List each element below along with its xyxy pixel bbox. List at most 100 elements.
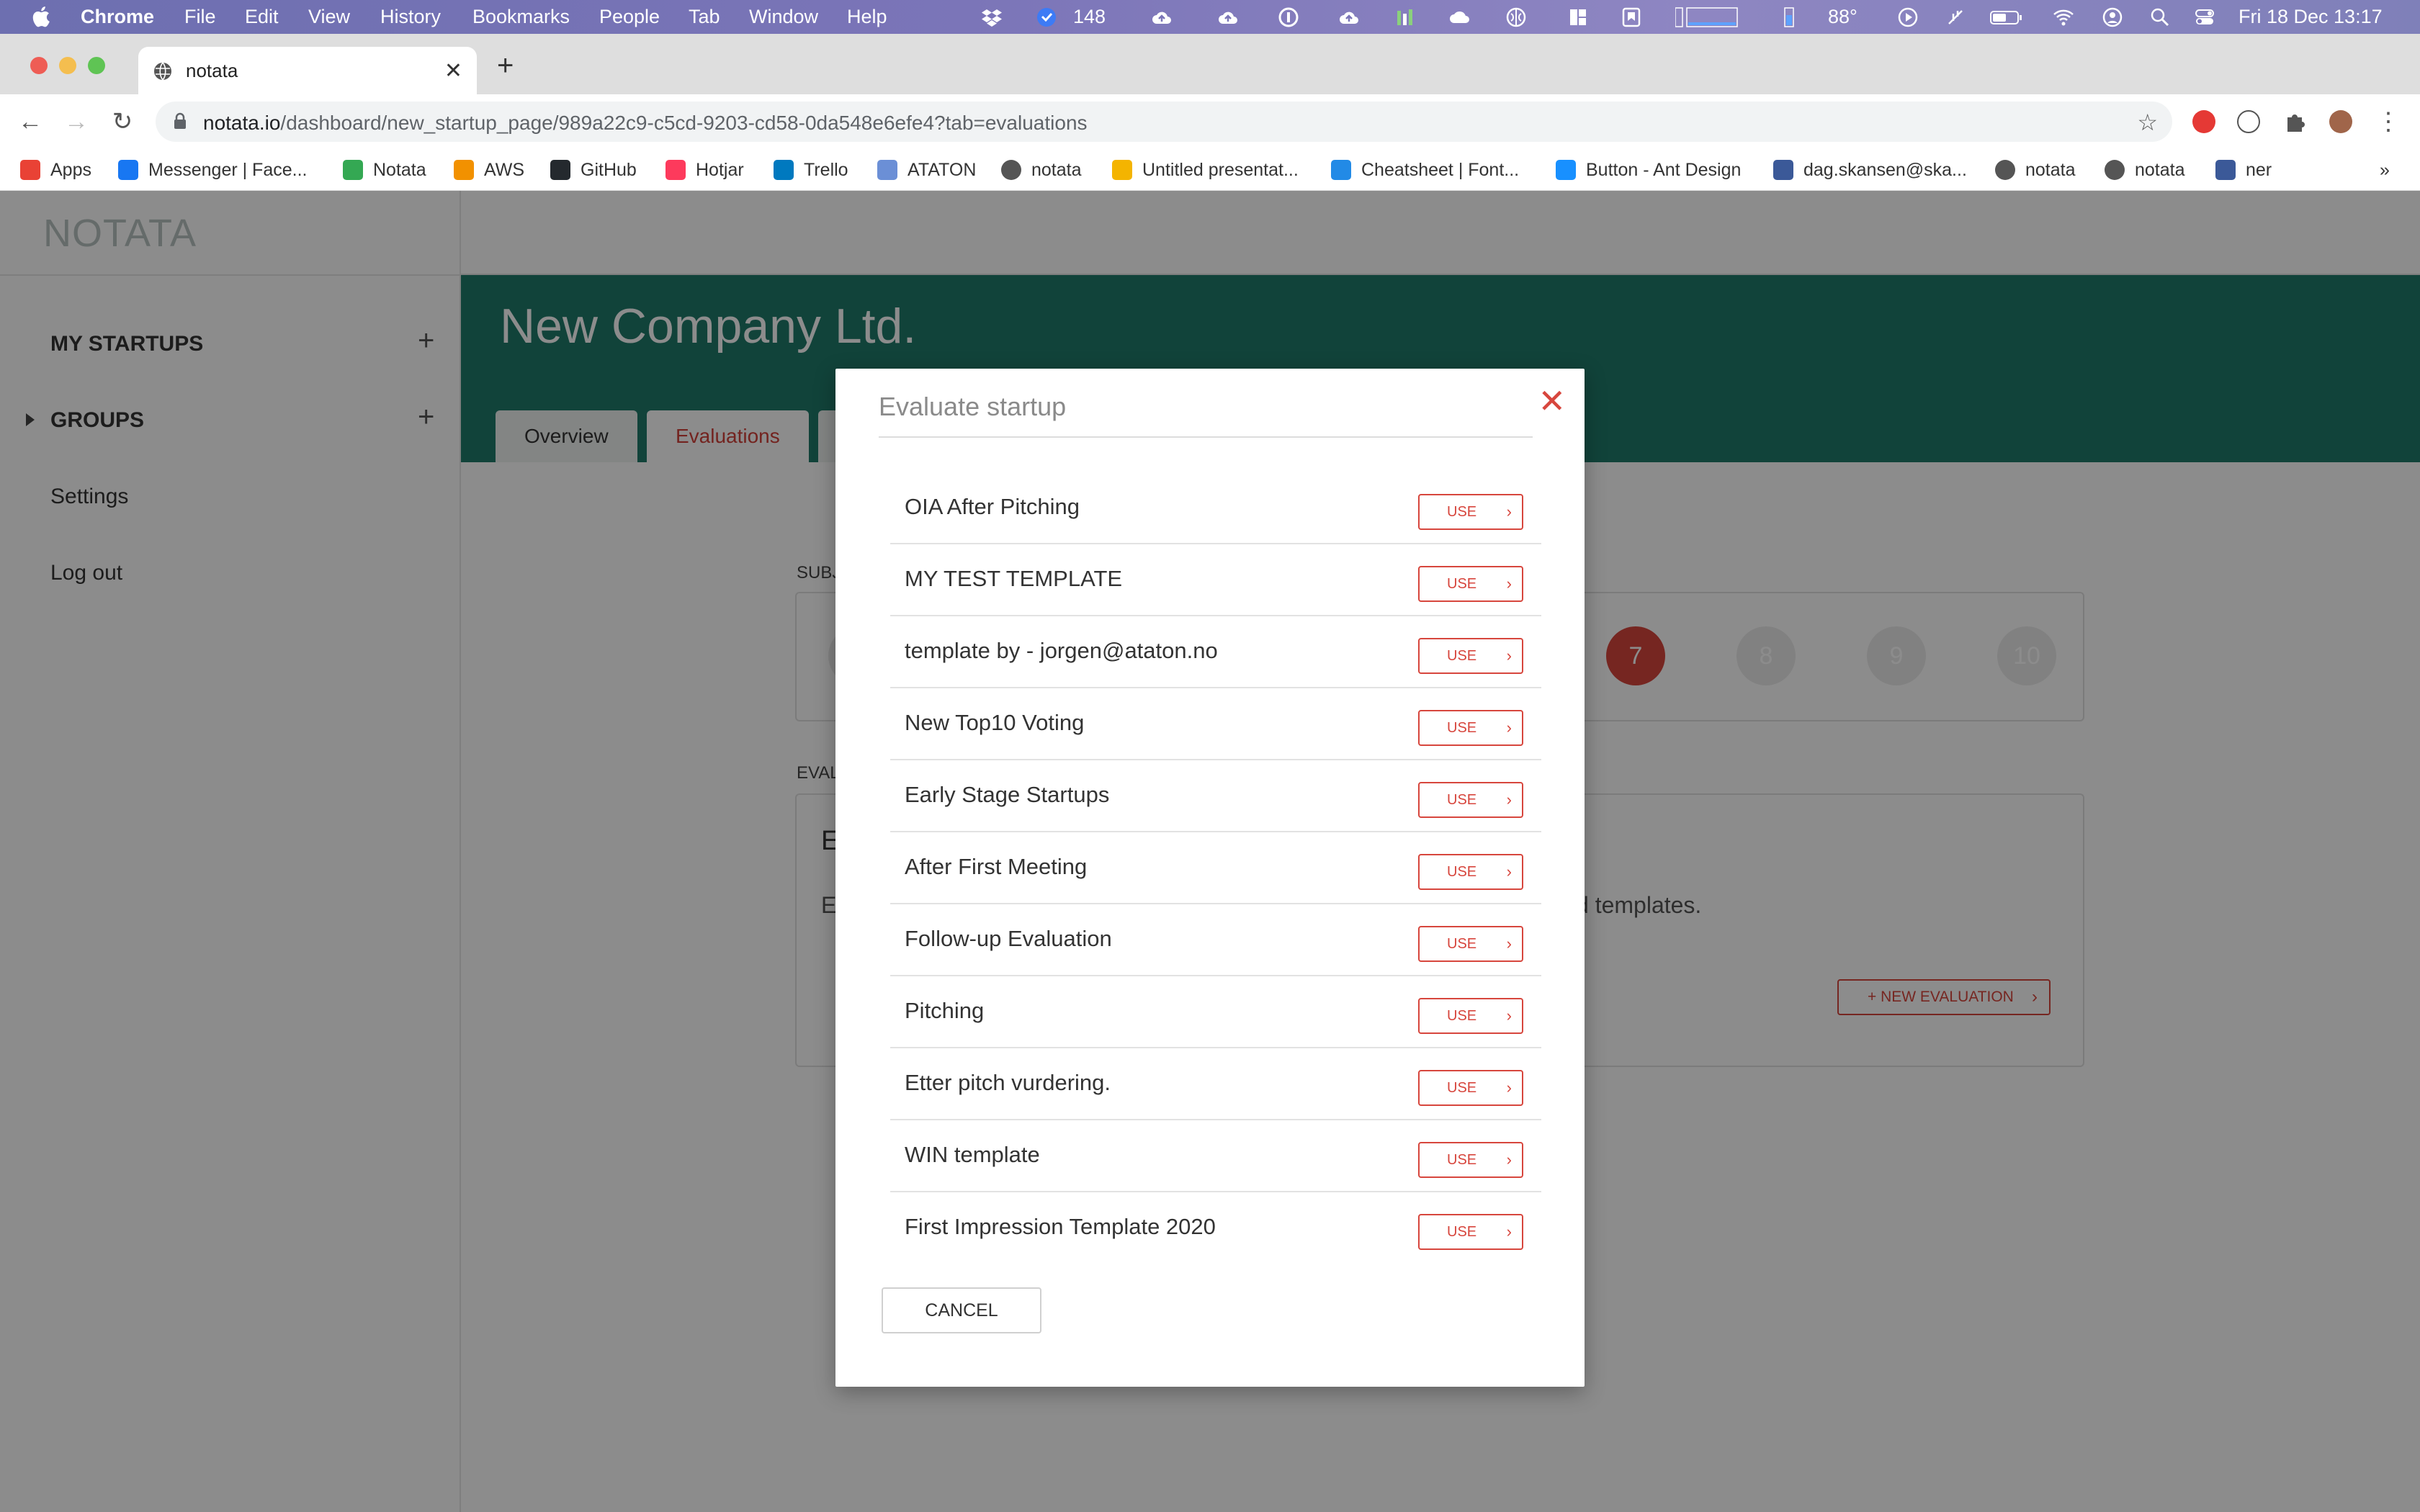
control-center-icon[interactable] [2194,6,2215,28]
onepassword-icon[interactable] [1278,6,1299,28]
forward-arrow-icon[interactable]: → [62,107,91,136]
bookmarks-overflow-button[interactable]: » [2380,158,2390,182]
extension-adblock-icon[interactable] [2192,110,2215,133]
bookmark-trello[interactable]: Trello [774,158,848,182]
window-close-button[interactable] [30,57,48,74]
modal-divider [879,436,1533,438]
bookmark-github[interactable]: GitHub [550,158,637,182]
extension-ataton-icon[interactable] [2237,110,2260,133]
bookmark-label: Messenger | Face... [148,159,308,180]
tab-close-icon[interactable]: ✕ [444,58,462,84]
use-button-label: USE [1447,864,1477,880]
kebab-menu-icon[interactable]: ⋮ [2374,107,2403,136]
use-template-button[interactable]: USE › [1418,1142,1523,1178]
bookmark-ner[interactable]: ner [2215,158,2272,182]
use-template-button[interactable]: USE › [1418,566,1523,602]
use-template-button[interactable]: USE › [1418,638,1523,674]
menu-people[interactable]: People [599,6,660,28]
use-template-button[interactable]: USE › [1418,710,1523,746]
bookmark-apps[interactable]: Apps [20,158,91,182]
use-template-button[interactable]: USE › [1418,1214,1523,1250]
globe-icon [2105,160,2125,180]
mute-icon[interactable] [1945,6,1966,28]
reload-icon[interactable]: ↻ [108,107,137,136]
bookmark-notata-2[interactable]: notata [1995,158,2076,182]
bookmark-ant-design[interactable]: Button - Ant Design [1556,158,1741,182]
address-bar[interactable]: notata.io/dashboard/new_startup_page/989… [156,102,2172,142]
ant-design-icon [1556,160,1576,180]
cloud-upload-icon[interactable] [1338,6,1360,28]
apple-logo-icon[interactable] [30,4,50,29]
menu-tab[interactable]: Tab [689,6,720,28]
close-icon[interactable]: ✕ [1538,384,1566,418]
bookmark-untitled-presentation[interactable]: Untitled presentat... [1112,158,1299,182]
lock-icon[interactable] [173,112,187,130]
use-template-button[interactable]: USE › [1418,998,1523,1034]
database-icon [1773,160,1793,180]
use-template-button[interactable]: USE › [1418,854,1523,890]
menu-view[interactable]: View [308,6,350,28]
spotlight-search-icon[interactable] [2149,6,2171,28]
battery-icon[interactable] [1989,6,2024,28]
cloud-upload-icon[interactable] [1217,6,1239,28]
template-row: OIA After Pitching USE › [890,472,1541,544]
use-button-label: USE [1447,1008,1477,1024]
back-arrow-icon[interactable]: ← [16,107,45,136]
bookmark-ataton[interactable]: ATATON [877,158,976,182]
bookmark-label: ATATON [908,159,977,180]
cancel-button[interactable]: CANCEL [882,1287,1041,1333]
bookmark-cheatsheet[interactable]: Cheatsheet | Font... [1331,158,1519,182]
brain-icon[interactable] [1505,6,1527,28]
user-account-icon[interactable] [2102,6,2123,28]
menu-history[interactable]: History [380,6,441,28]
bookmark-star-icon[interactable]: ☆ [2137,109,2158,136]
menu-window[interactable]: Window [749,6,818,28]
apps-grid-icon [20,160,40,180]
template-name: After First Meeting [905,854,1088,879]
extensions-puzzle-icon[interactable] [2283,110,2306,133]
cloud-icon[interactable] [1449,6,1471,28]
menu-bookmarks[interactable]: Bookmarks [472,6,570,28]
chevron-right-icon: › [1506,575,1512,593]
bookmark-notata[interactable]: notata [1001,158,1082,182]
use-template-button[interactable]: USE › [1418,1070,1523,1106]
stats-bars-icon[interactable] [1394,6,1416,28]
menu-edit[interactable]: Edit [245,6,279,28]
browser-toolbar: ← → ↻ notata.io/dashboard/new_startup_pa… [0,94,2420,149]
bookmark-notata-drive[interactable]: Notata [343,158,426,182]
window-layout-icon[interactable] [1567,6,1589,28]
use-template-button[interactable]: USE › [1418,494,1523,530]
browser-tab-notata[interactable]: notata ✕ [138,47,477,94]
chevron-right-icon: › [1506,503,1512,521]
template-name: Early Stage Startups [905,782,1110,807]
template-row: WIN template USE › [890,1120,1541,1192]
bookmark-label: Apps [50,159,91,180]
cloud-upload-icon[interactable] [1151,6,1173,28]
bookmark-notata-3[interactable]: notata [2105,158,2185,182]
shield-badge-icon[interactable] [1036,6,1057,28]
profile-avatar[interactable] [2329,110,2352,133]
address-url[interactable]: notata.io/dashboard/new_startup_page/989… [203,112,1088,135]
menu-file[interactable]: File [184,6,216,28]
cpu-graph-icon [1675,7,1738,27]
window-maximize-button[interactable] [88,57,105,74]
template-name: First Impression Template 2020 [905,1214,1216,1239]
wifi-icon[interactable] [2053,6,2074,28]
bookmark-messenger[interactable]: Messenger | Face... [118,158,307,182]
play-circle-icon[interactable] [1897,6,1919,28]
bookmark-hotjar[interactable]: Hotjar [666,158,744,182]
window-minimize-button[interactable] [59,57,76,74]
use-template-button[interactable]: USE › [1418,926,1523,962]
bookmark-label: dag.skansen@ska... [1803,159,1967,180]
chevron-right-icon: › [1506,935,1512,953]
bookmark-aws[interactable]: AWS [454,158,524,182]
new-tab-button[interactable]: + [497,51,514,80]
bookmark-app-icon[interactable] [1621,6,1642,28]
dropbox-icon[interactable] [981,6,1003,28]
menu-help[interactable]: Help [847,6,887,28]
menu-app-name[interactable]: Chrome [81,6,154,28]
bookmark-dag-skansen[interactable]: dag.skansen@ska... [1773,158,1967,182]
bookmark-label: Hotjar [696,159,744,180]
clock-datetime[interactable]: Fri 18 Dec 13:17 [2238,6,2383,28]
use-template-button[interactable]: USE › [1418,782,1523,818]
